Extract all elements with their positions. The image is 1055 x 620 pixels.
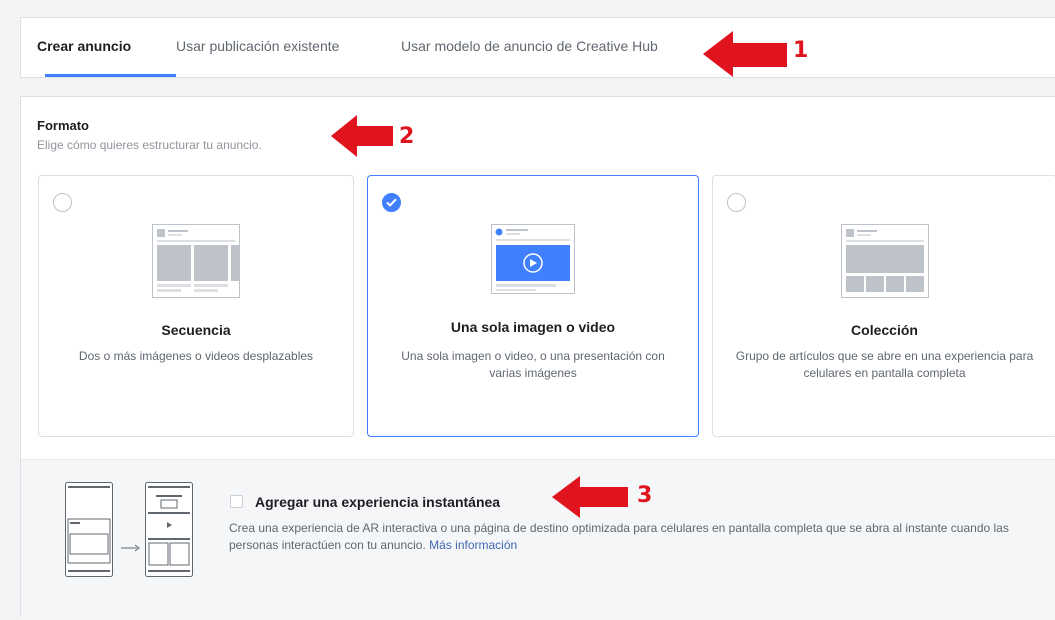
- instant-experience-description: Crea una experiencia de AR interactiva o…: [229, 520, 1049, 554]
- option-title: Secuencia: [161, 322, 231, 338]
- option-secuencia[interactable]: Secuencia Dos o más imágenes o videos de…: [38, 175, 354, 437]
- collection-icon: [840, 224, 929, 298]
- annotation-arrow-2: [331, 115, 393, 157]
- instant-experience-checkbox[interactable]: [230, 495, 243, 508]
- tab-crear-anuncio[interactable]: Crear anuncio: [37, 38, 131, 54]
- radio-coleccion[interactable]: [727, 193, 746, 212]
- tab-bar: Crear anuncio Usar publicación existente…: [20, 17, 1055, 78]
- annotation-arrow-1: [703, 31, 787, 77]
- tab-creative-hub[interactable]: Usar modelo de anuncio de Creative Hub: [401, 38, 658, 54]
- tab-usar-publicacion[interactable]: Usar publicación existente: [176, 38, 339, 54]
- annotation-number-1: 1: [793, 38, 809, 63]
- carousel-icon: [152, 224, 240, 298]
- instant-experience-icon: [65, 482, 193, 577]
- active-tab-indicator: [45, 74, 176, 77]
- format-card: Formato Elige cómo quieres estructurar t…: [20, 96, 1055, 620]
- single-video-icon: [491, 224, 575, 294]
- instant-experience-section: Agregar una experiencia instantánea Crea…: [21, 459, 1055, 620]
- radio-checked-icon[interactable]: [382, 193, 401, 212]
- option-imagen-video[interactable]: Una sola imagen o video Una sola imagen …: [367, 175, 699, 437]
- annotation-number-3: 3: [637, 483, 653, 508]
- format-subtitle: Elige cómo quieres estructurar tu anunci…: [37, 138, 262, 152]
- format-title: Formato: [37, 118, 89, 133]
- instant-description-text: Crea una experiencia de AR interactiva o…: [229, 521, 1009, 552]
- option-description: Una sola imagen o video, o una presentac…: [401, 349, 665, 380]
- annotation-number-2: 2: [399, 124, 415, 149]
- option-description: Grupo de artículos que se abre en una ex…: [735, 349, 1034, 380]
- option-coleccion[interactable]: Colección Grupo de artículos que se abre…: [712, 175, 1055, 437]
- radio-secuencia[interactable]: [53, 193, 72, 212]
- option-title: Colección: [851, 322, 918, 338]
- annotation-arrow-3: [552, 476, 628, 518]
- option-description: Dos o más imágenes o videos desplazables: [78, 349, 314, 363]
- more-info-link[interactable]: Más información: [429, 538, 517, 552]
- option-title: Una sola imagen o video: [450, 319, 616, 335]
- instant-experience-title: Agregar una experiencia instantánea: [255, 494, 501, 510]
